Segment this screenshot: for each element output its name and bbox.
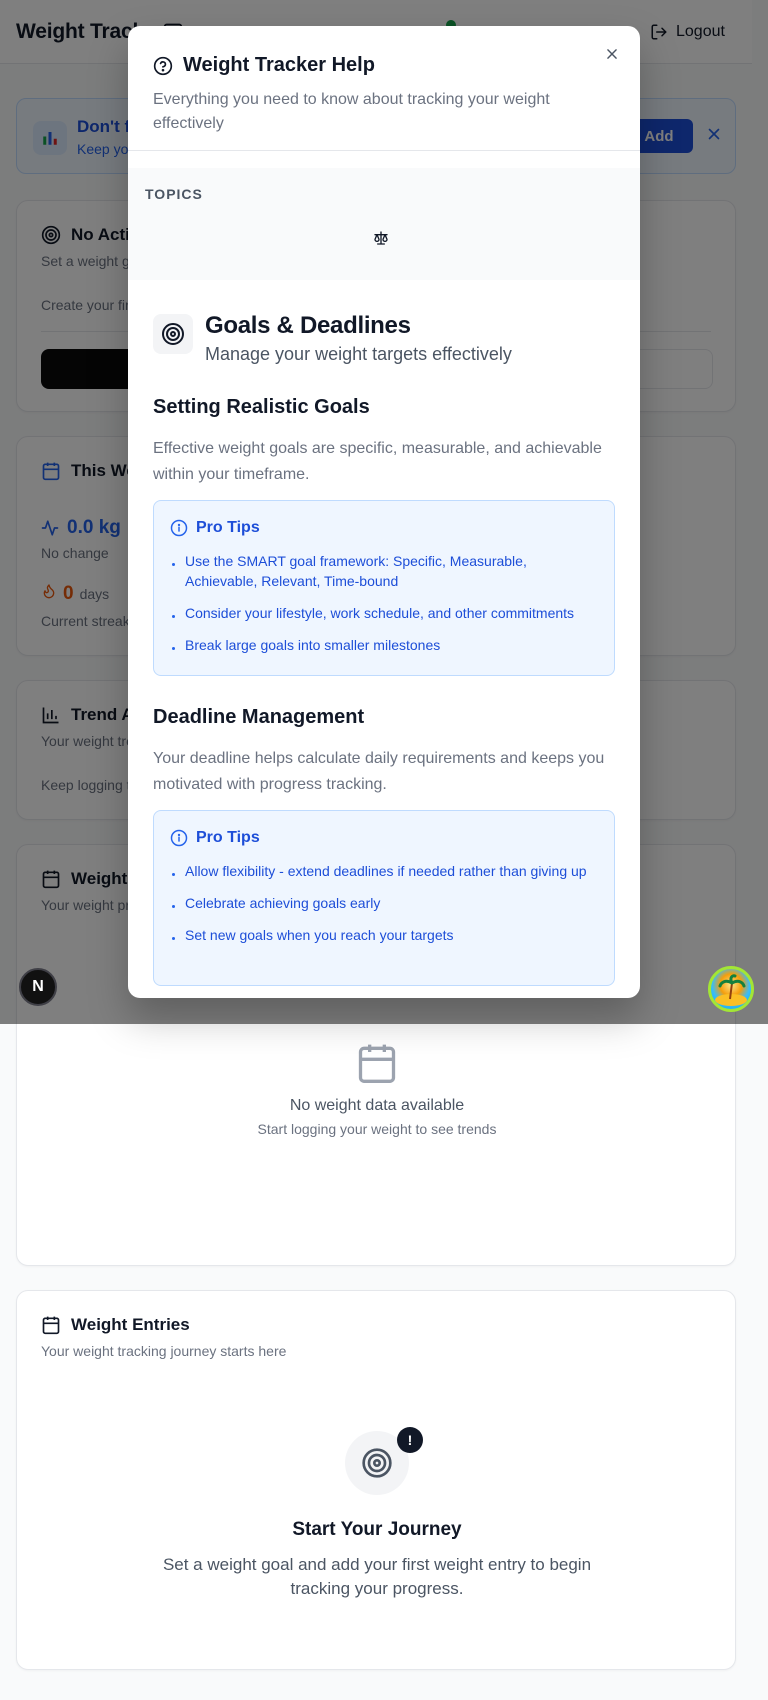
topics-panel: TOPICS bbox=[128, 168, 640, 280]
target-icon bbox=[153, 314, 193, 354]
scale-icon[interactable] bbox=[373, 230, 389, 246]
tip-item: Allow flexibility - extend deadlines if … bbox=[170, 861, 598, 881]
calendar-icon bbox=[355, 1041, 399, 1085]
tips-title: Pro Tips bbox=[196, 519, 260, 536]
help-circle-icon bbox=[153, 56, 173, 76]
empty-graph-subtitle: Start logging your weight to see trends bbox=[257, 1121, 497, 1137]
entries-card-title: Weight Entries bbox=[71, 1315, 190, 1334]
modal-title: Weight Tracker Help bbox=[183, 54, 375, 76]
tips-header: Pro Tips bbox=[170, 519, 598, 537]
block-description-goals: Effective weight goals are specific, mea… bbox=[153, 440, 602, 483]
tips-list: Use the SMART goal framework: Specific, … bbox=[170, 551, 598, 655]
tips-header: Pro Tips bbox=[170, 829, 598, 847]
calendar-icon bbox=[41, 1315, 61, 1335]
block-description-deadlines: Your deadline helps calculate daily requ… bbox=[153, 750, 605, 793]
island-avatar-button[interactable] bbox=[708, 966, 754, 1012]
help-modal: Weight Tracker Help Everything you need … bbox=[128, 26, 640, 998]
block-heading-deadlines: Deadline Management bbox=[153, 706, 365, 728]
modal-header: Weight Tracker Help bbox=[153, 54, 375, 77]
start-journey-state: ! Start Your Journey Set a weight goal a… bbox=[17, 1427, 737, 1601]
journey-title: Start Your Journey bbox=[292, 1519, 462, 1540]
entries-card-subtitle: Your weight tracking journey starts here bbox=[41, 1343, 287, 1359]
tip-item: Break large goals into smaller milestone… bbox=[170, 635, 598, 655]
tip-item: Set new goals when you reach your target… bbox=[170, 925, 598, 945]
alert-badge: ! bbox=[397, 1427, 423, 1453]
empty-graph-state: No weight data available Start logging y… bbox=[17, 1041, 737, 1137]
info-icon bbox=[170, 519, 188, 537]
tip-item: Celebrate achieving goals early bbox=[170, 893, 598, 913]
entries-card-header: Weight Entries bbox=[41, 1315, 190, 1335]
target-icon: ! bbox=[345, 1427, 423, 1495]
section-header: Goals & Deadlines Manage your weight tar… bbox=[153, 312, 512, 365]
tip-item: Consider your lifestyle, work schedule, … bbox=[170, 603, 598, 623]
close-icon[interactable] bbox=[600, 42, 624, 66]
empty-graph-title: No weight data available bbox=[289, 1097, 465, 1114]
weight-entries-card: Weight Entries Your weight tracking jour… bbox=[16, 1290, 736, 1670]
info-icon bbox=[170, 829, 188, 847]
tips-list: Allow flexibility - extend deadlines if … bbox=[170, 861, 598, 945]
pro-tips-box: Pro Tips Allow flexibility - extend dead… bbox=[153, 810, 615, 986]
next-devtools-button[interactable]: N bbox=[19, 968, 57, 1006]
modal-subtitle: Everything you need to know about tracki… bbox=[153, 91, 550, 132]
block-heading-goals: Setting Realistic Goals bbox=[153, 396, 370, 418]
tip-item: Use the SMART goal framework: Specific, … bbox=[170, 551, 598, 591]
journey-text: Set a weight goal and add your first wei… bbox=[162, 1555, 592, 1598]
section-subtitle: Manage your weight targets effectively bbox=[205, 344, 512, 364]
pro-tips-box: Pro Tips Use the SMART goal framework: S… bbox=[153, 500, 615, 676]
divider bbox=[128, 150, 640, 151]
tips-title: Pro Tips bbox=[196, 829, 260, 846]
topics-label: TOPICS bbox=[145, 186, 203, 202]
section-title: Goals & Deadlines bbox=[205, 312, 411, 339]
